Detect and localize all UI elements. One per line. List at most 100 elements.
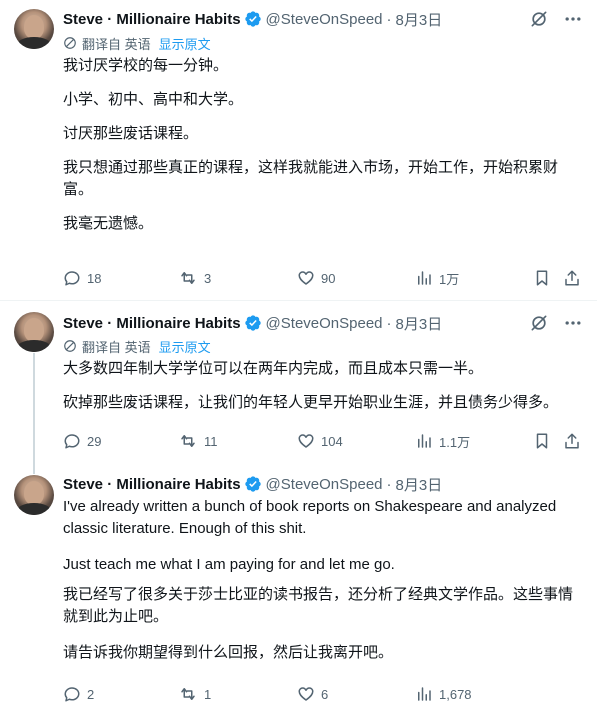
- repost-icon: [181, 435, 195, 447]
- verified-badge-icon: [244, 315, 261, 331]
- bookmark-icon: [536, 270, 548, 286]
- views-button[interactable]: 1.1万: [415, 431, 470, 451]
- reply-count: 2: [87, 686, 95, 702]
- separator-dot: ·: [386, 10, 392, 28]
- author-name[interactable]: Steve · Millionaire Habits: [63, 11, 241, 28]
- more-options-icon[interactable]: [563, 9, 583, 29]
- tweet-header: Steve · Millionaire Habits @SteveOnSpeed…: [63, 313, 442, 333]
- show-original-link[interactable]: 显示原文: [159, 337, 211, 356]
- repost-button[interactable]: 1: [178, 684, 211, 704]
- views-chart-icon: [418, 434, 431, 448]
- tweet-paragraph: 我已经写了很多关于莎士比亚的读书报告，还分析了经典文学作品。这些事情就到此为止吧…: [63, 586, 574, 625]
- tweet-paragraph: 我毫无遗憾。: [63, 215, 154, 232]
- show-original-link[interactable]: 显示原文: [159, 34, 211, 53]
- separator-dot: ·: [386, 475, 392, 493]
- verified-badge-icon: [244, 11, 261, 27]
- views-chart-icon: [418, 687, 431, 701]
- views-button[interactable]: 1,678: [415, 684, 472, 704]
- tweet-actions: 29 11 104 1.1万: [63, 431, 583, 451]
- verified-badge-icon: [244, 476, 261, 492]
- translate-icon: [64, 340, 76, 352]
- tweet-paragraph: Just teach me what I am paying for and l…: [63, 556, 395, 573]
- tweet-paragraph: 我只想通过那些真正的课程，这样我就能进入市场，开始工作，开始积累财富。: [63, 159, 559, 198]
- like-count: 90: [321, 270, 336, 286]
- tweet-paragraph: 小学、初中、高中和大学。: [63, 91, 244, 108]
- views-button[interactable]: 1万: [415, 268, 459, 288]
- author-handle[interactable]: @SteveOnSpeed: [266, 11, 383, 28]
- tweet-actions: 18 3 90 1万: [63, 268, 583, 288]
- repost-count: 3: [204, 270, 212, 286]
- tweet-3[interactable]: Steve · Millionaire Habits @SteveOnSpeed…: [0, 466, 597, 714]
- bookmark-button[interactable]: [533, 268, 551, 288]
- heart-icon: [298, 434, 314, 448]
- reply-icon: [64, 687, 80, 702]
- reply-button[interactable]: 18: [63, 268, 101, 288]
- view-count: 1.1万: [439, 434, 471, 450]
- repost-count: 11: [204, 433, 218, 449]
- avatar[interactable]: [14, 312, 54, 352]
- more-options-icon[interactable]: [563, 313, 583, 333]
- translate-icon: [64, 37, 76, 49]
- reply-icon: [64, 434, 80, 449]
- tweet-1[interactable]: Steve · Millionaire Habits @SteveOnSpeed…: [0, 0, 597, 300]
- like-count: 104: [321, 433, 343, 449]
- repost-icon: [181, 688, 195, 700]
- tweet-top-icons: [529, 313, 583, 333]
- author-name[interactable]: Steve · Millionaire Habits: [63, 476, 241, 493]
- reply-count: 18: [87, 270, 102, 286]
- translated-from-label: 翻译自 英语: [82, 339, 151, 355]
- tweet-paragraph: 讨厌那些废话课程。: [63, 125, 199, 142]
- translated-from-label: 翻译自 英语: [82, 36, 151, 52]
- tweet-paragraph: 砍掉那些废话课程，让我们的年轻人更早开始职业生涯，并且债务少得多。: [63, 394, 559, 411]
- like-button[interactable]: 104: [297, 431, 343, 451]
- share-button[interactable]: [563, 431, 581, 451]
- like-button[interactable]: 6: [297, 684, 328, 704]
- translation-notice: 翻译自 英语 显示原文: [63, 34, 211, 52]
- tweet-paragraph: 我讨厌学校的每一分钟。: [63, 57, 229, 74]
- tweet-actions: 2 1 6 1,678: [63, 684, 583, 704]
- tweet-header: Steve · Millionaire Habits @SteveOnSpeed…: [63, 9, 442, 29]
- heart-icon: [298, 687, 314, 701]
- separator-dot: ·: [386, 314, 392, 332]
- reply-button[interactable]: 2: [63, 684, 94, 704]
- grok-icon[interactable]: [529, 313, 549, 333]
- tweet-2[interactable]: Steve · Millionaire Habits @SteveOnSpeed…: [0, 301, 597, 474]
- view-count: 1,678: [439, 686, 472, 702]
- reply-icon: [64, 271, 80, 286]
- like-button[interactable]: 90: [297, 268, 335, 288]
- bookmark-button[interactable]: [533, 431, 551, 451]
- tweet-paragraph: 大多数四年制大学学位可以在两年内完成，而且成本只需一半。: [63, 360, 484, 377]
- view-count: 1万: [439, 271, 460, 287]
- tweet-body: I've already written a bunch of book rep…: [63, 496, 578, 664]
- tweet-date[interactable]: 8月3日: [396, 9, 443, 30]
- tweet-body: 我讨厌学校的每一分钟。 小学、初中、高中和大学。 讨厌那些废话课程。 我只想通过…: [63, 55, 578, 235]
- bookmark-icon: [536, 433, 548, 449]
- repost-count: 1: [204, 686, 212, 702]
- avatar[interactable]: [14, 9, 54, 49]
- repost-button[interactable]: 3: [178, 268, 211, 288]
- tweet-date[interactable]: 8月3日: [396, 474, 443, 495]
- share-icon: [565, 433, 579, 449]
- views-chart-icon: [418, 271, 431, 285]
- share-icon: [565, 270, 579, 286]
- grok-icon[interactable]: [529, 9, 549, 29]
- avatar[interactable]: [14, 475, 54, 515]
- repost-icon: [181, 272, 195, 284]
- tweet-body: 大多数四年制大学学位可以在两年内完成，而且成本只需一半。 砍掉那些废话课程，让我…: [63, 358, 578, 414]
- reply-count: 29: [87, 433, 102, 449]
- repost-button[interactable]: 11: [178, 431, 218, 451]
- share-button[interactable]: [563, 268, 581, 288]
- thread-line: [33, 353, 35, 474]
- tweet-date[interactable]: 8月3日: [396, 313, 443, 334]
- like-count: 6: [321, 686, 329, 702]
- tweet-paragraph: 请告诉我你期望得到什么回报，然后让我离开吧。: [63, 644, 394, 661]
- heart-icon: [298, 271, 314, 285]
- tweet-header: Steve · Millionaire Habits @SteveOnSpeed…: [63, 474, 442, 494]
- tweet-top-icons: [529, 9, 583, 29]
- translation-notice: 翻译自 英语 显示原文: [63, 337, 211, 355]
- reply-button[interactable]: 29: [63, 431, 101, 451]
- author-name[interactable]: Steve · Millionaire Habits: [63, 315, 241, 332]
- author-handle[interactable]: @SteveOnSpeed: [266, 476, 383, 493]
- tweet-paragraph: I've already written a bunch of book rep…: [63, 498, 557, 537]
- author-handle[interactable]: @SteveOnSpeed: [266, 315, 383, 332]
